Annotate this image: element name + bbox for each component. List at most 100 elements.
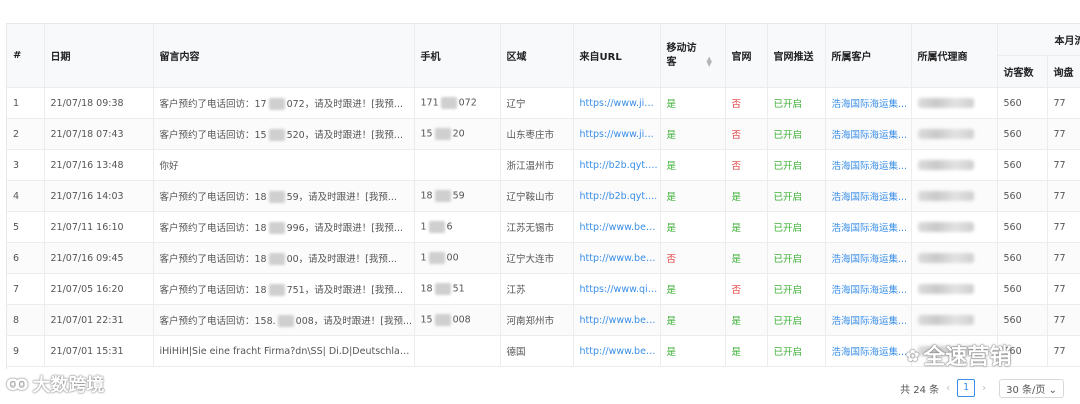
cell-source-url[interactable]: https://www.qin... xyxy=(573,273,661,305)
col-header-message: 留言内容 xyxy=(153,24,415,88)
col-header-index: # xyxy=(7,24,45,88)
cell-message: 客户预约了电话回访：18 59，请及时跟进！[我预... xyxy=(153,180,415,212)
prev-page-button[interactable]: ‹ xyxy=(946,383,950,394)
col-header-mobile-visitor[interactable]: 移动访客 ▲ ▼ xyxy=(660,24,726,88)
cell-mobile-visitor: 是 xyxy=(660,149,726,181)
cell-region: 河南郑州市 xyxy=(500,304,574,336)
cell-customer[interactable]: 浩海国际海运集... xyxy=(825,118,912,150)
cell-mobile-visitor: 是 xyxy=(660,118,726,150)
cell-customer[interactable]: 浩海国际海运集... xyxy=(825,242,912,274)
message-text-start: 你好 xyxy=(159,161,179,172)
cell-inquiries: 77 xyxy=(1047,242,1080,274)
page-button-current[interactable]: 1 xyxy=(957,379,976,397)
table-row[interactable]: 4 21/07/16 14:03 客户预约了电话回访：18 59，请及时跟进！[我预.… xyxy=(7,180,1080,212)
next-page-button[interactable]: › xyxy=(982,383,986,394)
col-header-site-push: 官网推送 xyxy=(767,24,826,88)
col-header-inquiries: 询盘 xyxy=(1047,55,1080,88)
table-row[interactable]: 2 21/07/18 07:43 客户预约了电话回访：15 520，请及时跟进！[我预… xyxy=(7,118,1080,150)
phone-end: 00 xyxy=(446,252,459,264)
redacted-blur xyxy=(917,191,974,201)
cell-mobile-visitor: 是 xyxy=(660,211,726,243)
message-text-start: 客户预约了电话回访：18 xyxy=(159,222,267,234)
cell-source-url[interactable]: http://www.best... xyxy=(573,304,661,336)
phone-end: 51 xyxy=(452,283,465,295)
redacted-blur xyxy=(917,222,974,232)
table-row[interactable]: 8 21/07/01 22:31 客户预约了电话回访：158. 008，请及时跟进！[… xyxy=(7,304,1080,336)
table-row[interactable]: 1 21/07/18 09:38 客户预约了电话回访：17 072，请及时跟进！[我预… xyxy=(7,87,1080,119)
cell-customer[interactable]: 浩海国际海运集... xyxy=(825,273,912,305)
cell-message: 客户预约了电话回访：158. 008，请及时跟进！[我预... xyxy=(153,304,415,336)
cell-inquiries: 77 xyxy=(1047,118,1080,150)
cell-date: 21/07/05 16:20 xyxy=(44,273,154,305)
phone-start: 15 xyxy=(420,128,433,140)
cell-site-push: 已开启 xyxy=(767,149,826,181)
cell-customer[interactable]: 浩海国际海运集... xyxy=(825,180,912,212)
message-text-start: 客户预约了电话回访：18 xyxy=(159,191,267,203)
cell-source-url[interactable]: http://b2b.qyt.c... xyxy=(573,149,661,181)
message-text-end: 59，请及时跟进！[我预... xyxy=(286,191,397,203)
cell-customer[interactable]: 浩海国际海运集... xyxy=(825,335,912,367)
cell-index: 9 xyxy=(7,335,45,367)
cell-source-url[interactable]: http://b2b.qyt.... xyxy=(573,180,661,212)
redacted-blur xyxy=(268,284,285,297)
watermark-logo-icon: Ꙭ xyxy=(6,374,29,394)
cell-customer[interactable]: 浩海国际海运集... xyxy=(825,87,912,119)
col-header-visitors: 访客数 xyxy=(997,55,1048,88)
message-text-start: 客户预约了电话回访：158. xyxy=(159,315,276,327)
cell-mobile-visitor: 否 xyxy=(660,242,726,274)
cell-date: 21/07/16 13:48 xyxy=(44,149,154,181)
table-row[interactable]: 7 21/07/05 16:20 客户预约了电话回访：18 751，请及时跟进！[我预… xyxy=(7,273,1080,305)
cell-phone: 18 59 xyxy=(414,180,501,212)
cell-official-site: 是 xyxy=(725,242,768,274)
message-text-start: iHiHiH|Sie eine fracht Firma?dn\SS| Di.D… xyxy=(159,345,414,357)
cell-source-url[interactable]: http://www.best... xyxy=(573,242,661,274)
cell-source-url[interactable]: http://www.best... xyxy=(573,211,661,243)
cell-customer[interactable]: 浩海国际海运集... xyxy=(825,149,912,181)
cell-visitors: 560 xyxy=(997,273,1048,305)
cell-customer[interactable]: 浩海国际海运集... xyxy=(825,304,912,336)
col-header-customer: 所属客户 xyxy=(825,24,912,88)
table-row[interactable]: 5 21/07/11 16:10 客户预约了电话回访：18 996，请及时跟进！[我预… xyxy=(7,211,1080,243)
table-row[interactable]: 6 21/07/16 09:45 客户预约了电话回访：18 00，请及时跟进！[我预.… xyxy=(7,242,1080,274)
cell-visitors: 560 xyxy=(997,180,1048,212)
cell-visitors: 560 xyxy=(997,304,1048,336)
cell-mobile-visitor: 是 xyxy=(660,87,726,119)
phone-start: 15 xyxy=(420,314,433,326)
cell-official-site: 否 xyxy=(725,87,768,119)
cell-date: 21/07/16 14:03 xyxy=(44,180,154,212)
cell-site-push: 已开启 xyxy=(767,180,826,212)
cell-agent xyxy=(911,242,998,274)
message-text-end: 072，请及时跟进！[我预... xyxy=(286,98,403,110)
cell-date: 21/07/01 15:31 xyxy=(44,335,154,367)
cell-agent xyxy=(911,118,998,150)
pagination: 共 24 条 ‹ 1 › 30 条/页 ⌄ xyxy=(900,378,1064,398)
redacted-blur xyxy=(428,221,445,233)
cell-source-url[interactable]: https://www.jiaz... xyxy=(573,118,661,150)
cell-inquiries: 77 xyxy=(1047,180,1080,212)
cell-message: 客户预约了电话回访：18 751，请及时跟进！[我预... xyxy=(153,273,415,305)
cell-date: 21/07/11 16:10 xyxy=(44,211,154,243)
cell-customer[interactable]: 浩海国际海运集... xyxy=(825,211,912,243)
messages-table-container: # 日期 留言内容 手机 区域 来自URL 移动访客 ▲ ▼ 官网 官网推送 所属客… xyxy=(6,23,1080,369)
cell-agent xyxy=(911,304,998,336)
cell-phone: 171 072 xyxy=(414,87,501,119)
cell-source-url[interactable]: https://www.jiaz... xyxy=(573,87,661,119)
redacted-blur xyxy=(277,315,294,328)
col-header-region: 区域 xyxy=(500,24,574,88)
cell-visitors: 560 xyxy=(997,211,1048,243)
col-header-phone: 手机 xyxy=(414,24,501,88)
cell-official-site: 是 xyxy=(725,304,768,336)
cell-mobile-visitor: 是 xyxy=(660,273,726,305)
page-size-select[interactable]: 30 条/页 ⌄ xyxy=(999,378,1064,398)
col-header-date: 日期 xyxy=(44,24,154,88)
cell-source-url[interactable]: http://www.best... xyxy=(573,335,661,367)
message-text-end: 008，请及时跟进！[我预... xyxy=(295,315,413,327)
redacted-blur xyxy=(917,98,974,108)
cell-inquiries: 77 xyxy=(1047,335,1080,367)
cell-phone: 1 00 xyxy=(414,242,501,274)
message-text-end: 996，请及时跟进！[我预... xyxy=(286,222,403,234)
sort-icon[interactable]: ▲ ▼ xyxy=(707,55,712,67)
cell-site-push: 已开启 xyxy=(767,304,826,336)
table-row[interactable]: 3 21/07/16 13:48 你好 浙江温州市 http://b2b.qyt.c..… xyxy=(7,149,1080,181)
wechat-logo-icon: ✿ xyxy=(906,345,920,365)
